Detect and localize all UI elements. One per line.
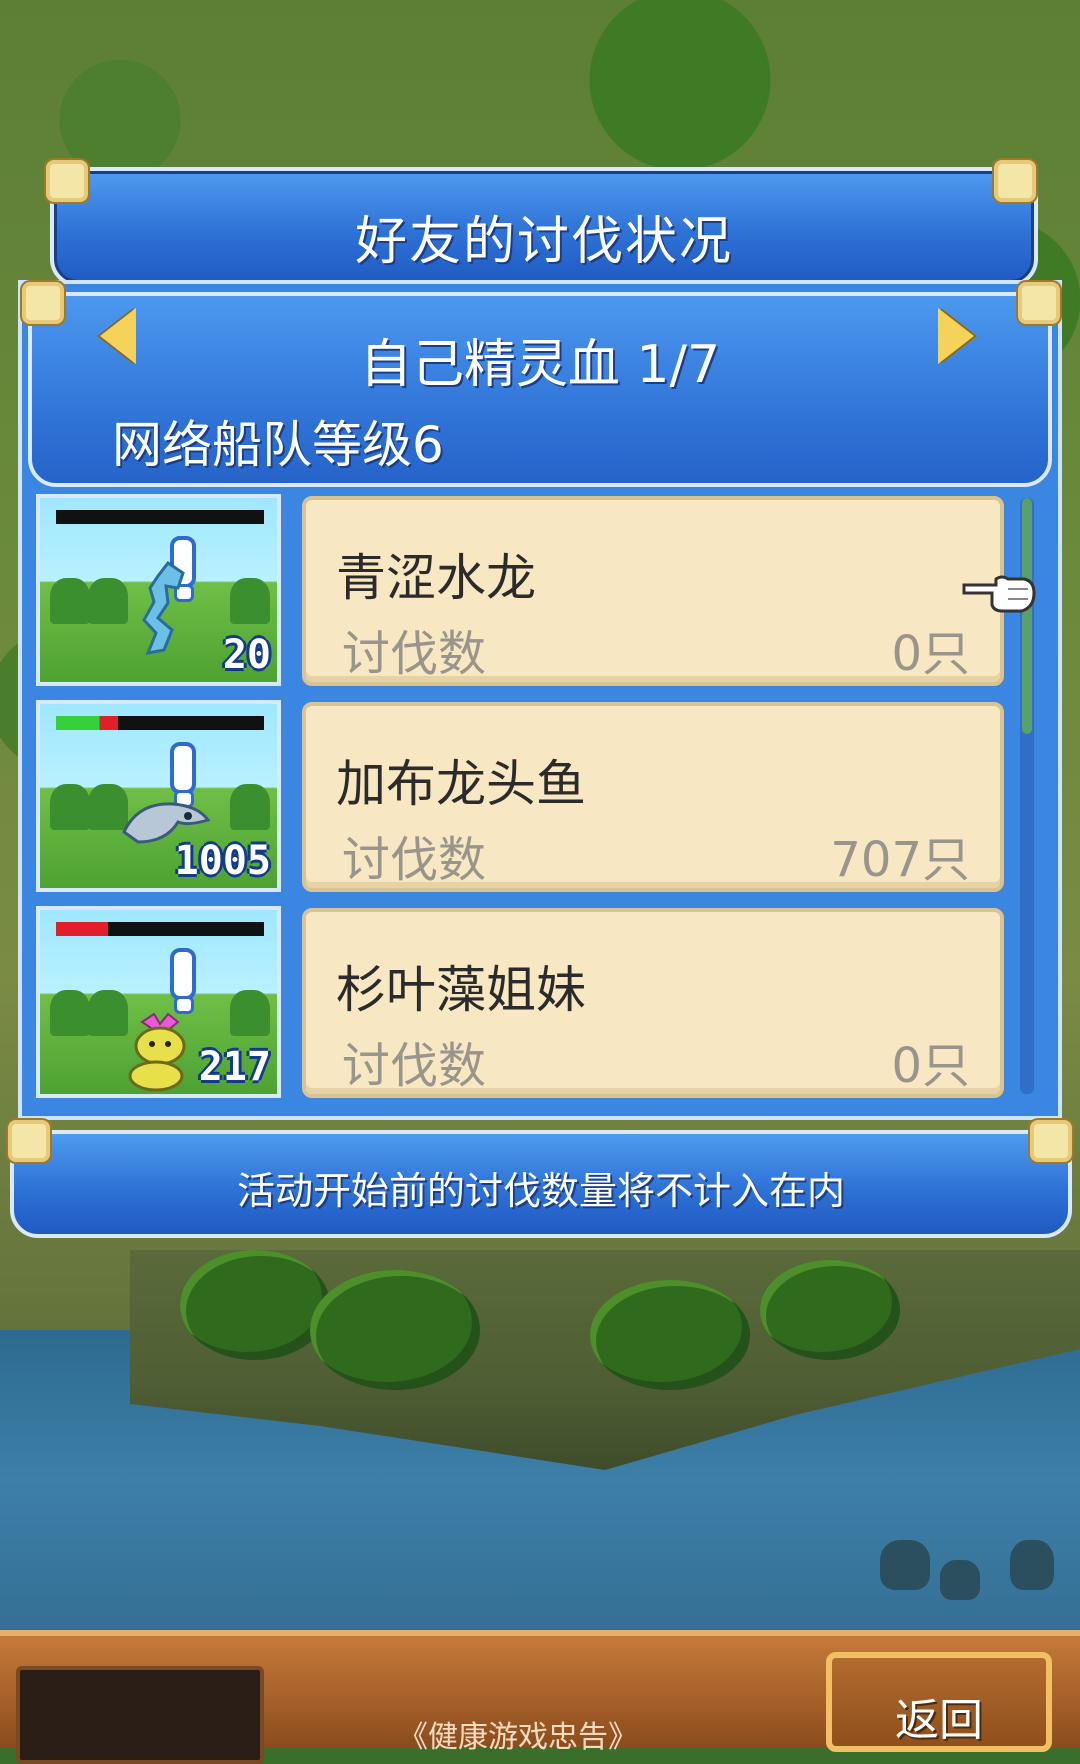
kill-count-value: 0只 (891, 1038, 970, 1094)
tree-decoration (50, 990, 90, 1036)
list-scrollbar-thumb[interactable] (1022, 498, 1032, 734)
rock-decoration (880, 1540, 930, 1590)
tree-decoration (88, 578, 128, 624)
hp-bar (56, 922, 264, 936)
monster-name: 加布龙头鱼 (336, 755, 586, 813)
dialog-title-bar: 好友的讨伐状况 (50, 167, 1038, 287)
hp-bar (56, 510, 264, 524)
alert-icon (170, 742, 196, 794)
monster-thumbnail: 217 (36, 906, 281, 1098)
bush-decoration (760, 1260, 900, 1360)
monster-thumbnail: 1005 (36, 700, 281, 892)
rock-decoration (1010, 1540, 1054, 1590)
pointing-hand-icon (962, 575, 1036, 613)
health-notice: 《健康游戏忠告》 (398, 1720, 638, 1755)
bush-decoration (180, 1250, 330, 1360)
rock-decoration (940, 1560, 980, 1600)
back-button-label: 返回 (895, 1695, 983, 1746)
tree-decoration (50, 578, 90, 624)
seaweed-sisters-icon (128, 1012, 186, 1092)
list-item[interactable]: 1005 加布龙头鱼 讨伐数 707只 (30, 698, 1030, 898)
monster-thumbnail: 20 (36, 494, 281, 686)
notice-bar: 活动开始前的讨伐数量将不计入在内 (10, 1130, 1072, 1238)
hp-bar (56, 716, 264, 730)
arrow-left-icon[interactable] (100, 308, 136, 364)
monster-level: 1005 (174, 838, 271, 884)
tree-decoration (50, 784, 90, 830)
monster-card[interactable]: 杉叶藻姐妹 讨伐数 0只 (302, 908, 1004, 1098)
fleet-level-label: 网络船队等级6 (112, 416, 444, 474)
monster-name: 青涩水龙 (336, 549, 536, 607)
tree-decoration (230, 990, 270, 1036)
monster-level: 20 (222, 632, 271, 678)
monster-card[interactable]: 加布龙头鱼 讨伐数 707只 (302, 702, 1004, 892)
monster-level: 217 (198, 1044, 271, 1090)
frame-ornament (8, 1120, 50, 1162)
dialog-title: 好友的讨伐状况 (354, 212, 733, 272)
bush-decoration (310, 1270, 480, 1390)
hp-bar-fill (56, 716, 119, 730)
monster-name: 杉叶藻姐妹 (336, 961, 586, 1019)
kill-count-label: 讨伐数 (342, 1038, 487, 1094)
tree-decoration (230, 784, 270, 830)
tree-decoration (230, 578, 270, 624)
list-item[interactable]: 20 青涩水龙 讨伐数 0只 (30, 492, 1030, 692)
kill-count-label: 讨伐数 (342, 832, 487, 888)
arrow-right-icon[interactable] (938, 308, 974, 364)
list-item[interactable]: 217 杉叶藻姐妹 讨伐数 0只 (30, 904, 1030, 1104)
alert-icon (170, 948, 196, 1000)
kill-count-label: 讨伐数 (342, 626, 487, 682)
frame-ornament (1018, 282, 1060, 324)
notice-text: 活动开始前的讨伐数量将不计入在内 (236, 1169, 845, 1213)
frame-ornament (22, 282, 64, 324)
back-button[interactable]: 返回 (826, 1652, 1052, 1752)
frame-ornament (46, 160, 88, 202)
bush-decoration (590, 1280, 750, 1390)
hp-bar-fill (56, 922, 108, 936)
kill-count-value: 0只 (891, 626, 970, 682)
water-dragon-icon (142, 560, 185, 655)
kill-count-value: 707只 (830, 832, 970, 888)
monster-card[interactable]: 青涩水龙 讨伐数 0只 (302, 496, 1004, 686)
monster-list[interactable]: 20 青涩水龙 讨伐数 0只 1005 加布龙头鱼 讨伐数 707只 217 杉… (30, 492, 1030, 1104)
bottom-slot (16, 1666, 264, 1764)
category-title: 自己精灵血 1/7 (359, 335, 721, 395)
frame-ornament (994, 160, 1036, 202)
frame-ornament (1030, 1120, 1072, 1162)
